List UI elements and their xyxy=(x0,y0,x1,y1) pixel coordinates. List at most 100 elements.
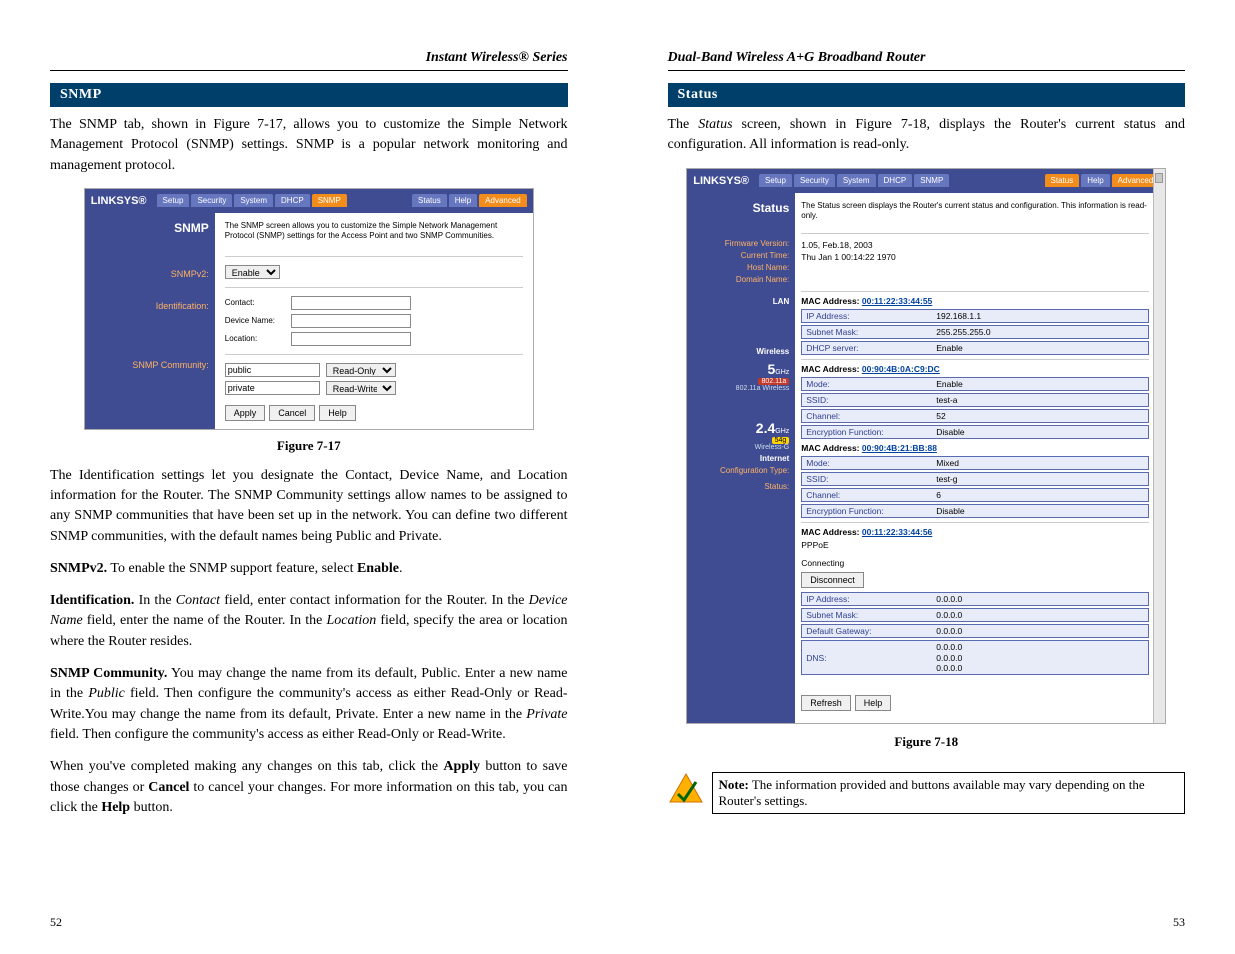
section-bar-status: Status xyxy=(668,83,1186,107)
linksys-logo-2: LINKSYS® xyxy=(693,175,749,187)
val-firmware: 1.05, Feb.18, 2003 xyxy=(801,240,872,250)
w24-enc-value: Disable xyxy=(936,506,964,516)
tab-snmp-2[interactable]: SNMP xyxy=(914,174,949,187)
lan-dhcp-value: Enable xyxy=(936,343,962,353)
scroll-thumb[interactable] xyxy=(1155,173,1163,183)
label-device-name: Device Name: xyxy=(225,316,285,325)
tab-advanced-2[interactable]: Advanced xyxy=(1112,174,1160,187)
label-config-type: Configuration Type: xyxy=(691,466,789,475)
w24-channel-value: 6 xyxy=(936,490,941,500)
location-input[interactable] xyxy=(291,332,411,346)
tab-system[interactable]: System xyxy=(234,194,273,207)
label-contact: Contact: xyxy=(225,298,285,307)
page-num-right: 53 xyxy=(1173,915,1185,930)
contact-input[interactable] xyxy=(291,296,411,310)
para-apply-cancel-help: When you've completed making any changes… xyxy=(50,757,568,818)
label-wireless: Wireless xyxy=(691,347,789,356)
w24-mode-label: Mode: xyxy=(806,458,936,468)
val-cfg-type: PPPoE xyxy=(801,540,828,550)
tab-help[interactable]: Help xyxy=(449,194,477,207)
w24-mac: MAC Address: 00:90:4B:21:BB:88 xyxy=(801,443,1149,453)
w24-ssid-value: test-g xyxy=(936,474,957,484)
device-name-input[interactable] xyxy=(291,314,411,328)
figure-7-17-screenshot: LINKSYS® Setup Security System DHCP SNMP… xyxy=(84,188,534,430)
label-internet: Internet xyxy=(691,454,789,463)
snmpv2-select[interactable]: Enable xyxy=(225,265,280,279)
lan-dhcp-label: DHCP server: xyxy=(806,343,936,353)
figure-7-17-caption: Figure 7-17 xyxy=(50,438,568,454)
scrollbar[interactable] xyxy=(1153,169,1165,723)
label-location: Location: xyxy=(225,334,285,343)
inet-dns-values: 0.0.0.00.0.0.00.0.0.0 xyxy=(936,642,962,673)
label-80211a-wireless: 802.11a Wireless xyxy=(691,385,789,392)
cancel-button[interactable]: Cancel xyxy=(269,405,315,421)
tab-help-2[interactable]: Help xyxy=(1081,174,1109,187)
w5-ssid-value: test-a xyxy=(936,395,957,405)
tab-dhcp[interactable]: DHCP xyxy=(275,194,310,207)
warning-icon xyxy=(668,772,704,806)
inet-dns-label: DNS: xyxy=(806,653,936,663)
panel-title-snmp: SNMP xyxy=(89,221,209,235)
label-wireless-g: Wireless-G xyxy=(691,444,789,451)
label-lan: LAN xyxy=(691,297,789,306)
badge-80211a: 802.11a xyxy=(758,378,789,385)
para-identification: The Identification settings let you desi… xyxy=(50,466,568,547)
intro-text-status: The Status screen, shown in Figure 7-18,… xyxy=(668,115,1186,156)
tab-security-2[interactable]: Security xyxy=(794,174,835,187)
panel-desc-snmp: The SNMP screen allows you to customize … xyxy=(225,221,523,242)
lan-subnet-label: Subnet Mask: xyxy=(806,327,936,337)
w5-ssid-label: SSID: xyxy=(806,395,936,405)
w5-mode-label: Mode: xyxy=(806,379,936,389)
w5-channel-value: 52 xyxy=(936,411,945,421)
intro-text-snmp: The SNMP tab, shown in Figure 7-17, allo… xyxy=(50,115,568,176)
w24-channel-label: Channel: xyxy=(806,490,936,500)
community1-input[interactable] xyxy=(225,363,320,377)
apply-button[interactable]: Apply xyxy=(225,405,266,421)
community1-perm-select[interactable]: Read-Only xyxy=(326,363,396,377)
help-button[interactable]: Help xyxy=(319,405,356,421)
inet-subnet-label: Subnet Mask: xyxy=(806,610,936,620)
lan-ip-label: IP Address: xyxy=(806,311,936,321)
page-num-left: 52 xyxy=(50,915,62,930)
inet-mac: MAC Address: 00:11:22:33:44:56 xyxy=(801,527,1149,537)
val-status: Connecting xyxy=(801,558,844,568)
w24-ssid-label: SSID: xyxy=(806,474,936,484)
refresh-button[interactable]: Refresh xyxy=(801,695,851,711)
figure-7-18-screenshot: LINKSYS® Setup Security System DHCP SNMP… xyxy=(686,168,1166,724)
tab-setup-2[interactable]: Setup xyxy=(759,174,792,187)
tab-dhcp-2[interactable]: DHCP xyxy=(878,174,913,187)
linksys-logo: LINKSYS® xyxy=(91,195,147,207)
w5-mode-value: Enable xyxy=(936,379,962,389)
tab-setup[interactable]: Setup xyxy=(157,194,190,207)
inet-gateway-label: Default Gateway: xyxy=(806,626,936,636)
para-snmp-community: SNMP Community. You may change the name … xyxy=(50,664,568,745)
community2-perm-select[interactable]: Read-Write xyxy=(326,381,396,395)
w5-enc-value: Disable xyxy=(936,427,964,437)
lan-subnet-value: 255.255.255.0 xyxy=(936,327,990,337)
para-ident-desc: Identification. In the Contact field, en… xyxy=(50,591,568,652)
w24-enc-label: Encryption Function: xyxy=(806,506,936,516)
tab-snmp[interactable]: SNMP xyxy=(312,194,347,207)
w5-mac: MAC Address: 00:90:4B:0A:C9:DC xyxy=(801,364,1149,374)
label-snmp-community: SNMP Community: xyxy=(89,360,209,372)
help-button-2[interactable]: Help xyxy=(855,695,892,711)
section-bar-snmp: SNMP xyxy=(50,83,568,107)
tab-security[interactable]: Security xyxy=(191,194,232,207)
w5-channel-label: Channel: xyxy=(806,411,936,421)
tab-advanced[interactable]: Advanced xyxy=(479,194,527,207)
tab-system-2[interactable]: System xyxy=(837,174,876,187)
label-current-time: Current Time: xyxy=(691,251,789,260)
label-host-name: Host Name: xyxy=(691,263,789,272)
community2-input[interactable] xyxy=(225,381,320,395)
page-header-left: Instant Wireless® Series xyxy=(50,50,568,71)
label-status: Status: xyxy=(691,482,789,491)
panel-title-status: Status xyxy=(691,201,789,215)
panel-desc-status: The Status screen displays the Router's … xyxy=(801,201,1149,222)
note-box: Note: The information provided and butto… xyxy=(712,772,1186,814)
tab-status-2[interactable]: Status xyxy=(1045,174,1080,187)
figure-7-18-caption: Figure 7-18 xyxy=(668,734,1186,750)
disconnect-button[interactable]: Disconnect xyxy=(801,572,864,588)
tab-status[interactable]: Status xyxy=(412,194,447,207)
inet-ip-value: 0.0.0.0 xyxy=(936,594,962,604)
inet-subnet-value: 0.0.0.0 xyxy=(936,610,962,620)
